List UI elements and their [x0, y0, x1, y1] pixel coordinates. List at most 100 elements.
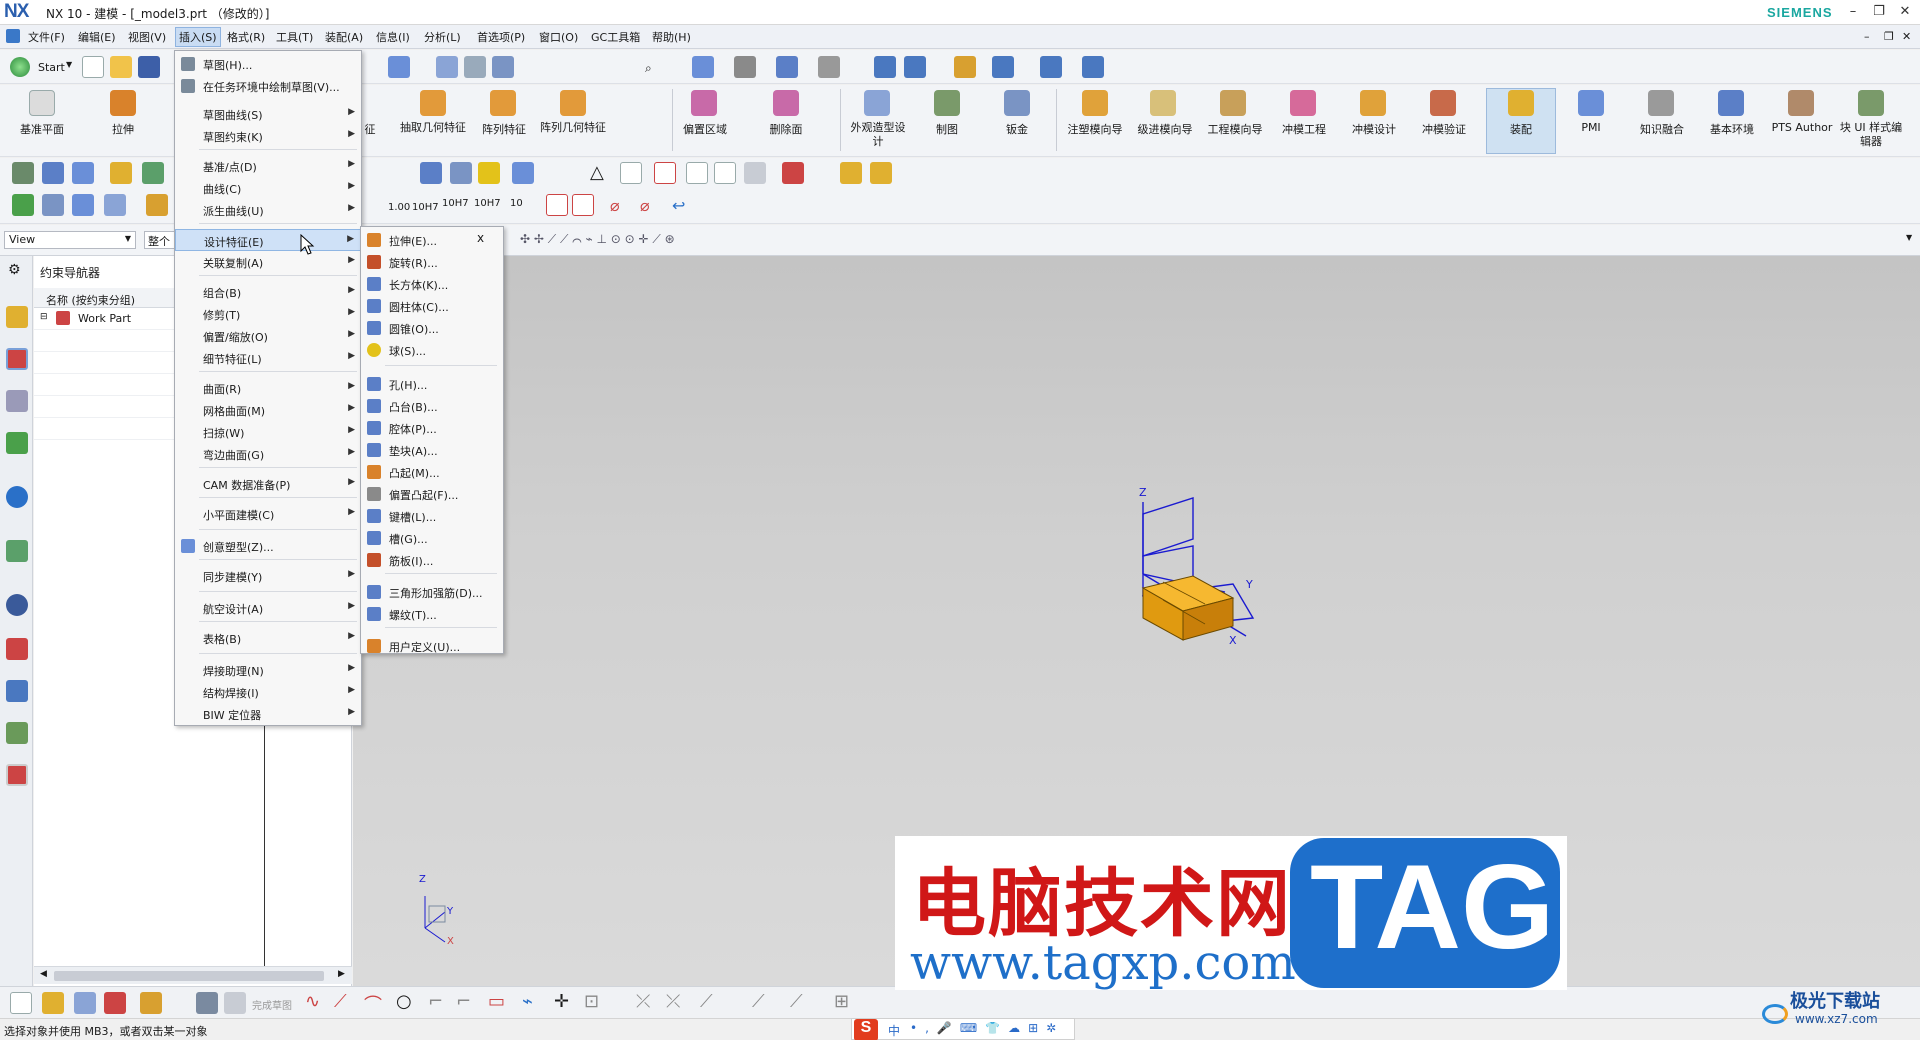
reuse-library-icon[interactable]	[6, 432, 28, 454]
design-feature-item[interactable]: 螺纹(T)...	[361, 603, 503, 625]
offset-curve-icon[interactable]: ⊡	[584, 991, 599, 1012]
design-feature-item[interactable]: 旋转(R)...	[361, 251, 503, 273]
progressive-die-icon[interactable]	[1150, 90, 1176, 116]
mirror-icon[interactable]: ⟋	[752, 991, 765, 1012]
quick-trim-icon[interactable]: ⤫	[636, 991, 650, 1012]
ribbon-label-engineering-die[interactable]: 工程模向导	[1202, 121, 1268, 137]
move-face-icon[interactable]	[142, 162, 164, 184]
ribbon-label-datum-plane[interactable]: 基准平面	[16, 121, 68, 137]
note-icon[interactable]	[714, 162, 736, 184]
pmi-icon[interactable]	[1578, 90, 1604, 116]
surface-finish-icon[interactable]	[572, 194, 594, 216]
solid-body-icon[interactable]	[388, 56, 410, 78]
delete-face-icon[interactable]	[773, 90, 799, 116]
show-hide-icon[interactable]	[954, 56, 976, 78]
ime-tool-icons[interactable]: •,🎤⌨👕☁⊞✲	[910, 1021, 1064, 1035]
insert-menu-item[interactable]: 曲面(R) ▶	[175, 377, 361, 399]
menu-file[interactable]: 文件(F)	[28, 29, 65, 45]
chamfer-icon[interactable]: ⌐	[456, 991, 471, 1012]
sogou-ime-icon[interactable]: S	[854, 1019, 878, 1040]
menu-view[interactable]: 视图(V)	[128, 29, 166, 45]
line-tool-icon[interactable]	[104, 194, 126, 216]
minimize-button[interactable]: –	[1842, 3, 1864, 21]
line-icon[interactable]: ⟋	[334, 991, 347, 1012]
circle-icon[interactable]: ○	[396, 991, 412, 1012]
constraint-navigator-icon[interactable]	[6, 348, 28, 370]
insert-menu-item[interactable]: 偏置/缩放(O) ▶	[175, 325, 361, 347]
triangle-icon[interactable]: △	[590, 162, 604, 183]
basic-environment-icon[interactable]	[1718, 90, 1744, 116]
clip-icon[interactable]	[904, 56, 926, 78]
geometric-constraint-icon[interactable]: ⊞	[834, 991, 849, 1012]
studio-spline-icon[interactable]: ⌁	[522, 991, 533, 1012]
ribbon-label-extrude[interactable]: 拉伸	[102, 121, 144, 137]
tree-collapse-icon[interactable]: ⊟	[40, 312, 48, 322]
ribbon-label-sheet-metal[interactable]: 钣金	[1002, 121, 1032, 137]
ribbon-label-die-design[interactable]: 冲模设计	[1346, 121, 1402, 137]
start-dropdown-icon[interactable]: ▼	[66, 60, 72, 69]
fillet-icon[interactable]: ⌐	[428, 991, 443, 1012]
design-feature-item[interactable]: 筋板(I)...	[361, 549, 503, 571]
doc-restore-button[interactable]: ❐	[1884, 30, 1894, 43]
insert-menu-item[interactable]: BIW 定位器 ▶	[175, 703, 361, 725]
insert-menu-item[interactable]: 同步建模(Y) ▶	[175, 565, 361, 587]
ribbon-label-block-ui-styler[interactable]: 块 UI 样式编辑器	[1838, 121, 1904, 149]
insert-menu-item[interactable]: 网格曲面(M) ▶	[175, 399, 361, 421]
design-feature-item[interactable]: 长方体(K)...	[361, 273, 503, 295]
pmi-tolerance-2[interactable]: 10H7	[412, 202, 439, 213]
insert-menu-item[interactable]: 草图约束(K) ▶	[175, 125, 361, 147]
ime-mode-label[interactable]: 中	[888, 1022, 900, 1039]
extract-geometry-icon[interactable]	[420, 90, 446, 116]
selection-scope-select[interactable]: 整个	[144, 231, 178, 249]
insert-menu-item[interactable]: 结构焊接(I) ▶	[175, 681, 361, 703]
ribbon-label-drafting[interactable]: 制图	[932, 121, 962, 137]
make-corner-icon[interactable]: ⟋	[700, 991, 713, 1012]
die-design-icon[interactable]	[1360, 90, 1386, 116]
finish-sketch-icon[interactable]	[196, 992, 218, 1014]
grid-icon[interactable]	[72, 194, 94, 216]
snap-icon[interactable]	[464, 56, 486, 78]
add-component-icon[interactable]	[42, 992, 64, 1014]
point-icon[interactable]: ✛	[554, 991, 569, 1012]
manufacturing-wizard-icon[interactable]	[6, 680, 28, 702]
background-icon[interactable]	[818, 56, 840, 78]
menu-format[interactable]: 格式(R)	[227, 29, 265, 45]
dimension-tool-icon[interactable]: ⟋	[790, 991, 803, 1012]
doc-close-button[interactable]: ✕	[1902, 30, 1911, 43]
sketch-new-icon[interactable]	[10, 992, 32, 1014]
render-style-icon[interactable]	[734, 56, 756, 78]
insert-menu-item[interactable]: 设计特征(E) ▶	[175, 229, 361, 251]
arrangement-icon[interactable]	[140, 992, 162, 1014]
component-icon[interactable]	[146, 194, 168, 216]
design-feature-item[interactable]: 垫块(A)...	[361, 439, 503, 461]
insert-menu-item[interactable]: 细节特征(L) ▶	[175, 347, 361, 369]
close-button[interactable]: ✕	[1894, 3, 1916, 21]
assembly-icon[interactable]	[1508, 90, 1534, 116]
start-button[interactable]: Start	[38, 61, 65, 74]
table-icon[interactable]	[620, 162, 642, 184]
design-feature-item[interactable]: 偏置凸起(F)...	[361, 483, 503, 505]
pmi-tolerance-1[interactable]: 1.00	[388, 202, 410, 213]
start-icon[interactable]	[10, 57, 30, 77]
app-menu-icon[interactable]	[6, 29, 20, 43]
part-navigator-icon[interactable]	[6, 390, 28, 412]
insert-menu-item[interactable]: 修剪(T) ▶	[175, 303, 361, 325]
undo-arrow-icon[interactable]: ↩	[672, 196, 685, 215]
menu-window[interactable]: 窗口(O)	[539, 29, 578, 45]
weld-icon[interactable]	[840, 162, 862, 184]
probe-icon[interactable]	[450, 162, 472, 184]
process-studio-icon[interactable]	[6, 638, 28, 660]
menu-tools[interactable]: 工具(T)	[276, 29, 313, 45]
die-engineering-icon[interactable]	[1290, 90, 1316, 116]
constraint-tool-icon[interactable]	[104, 992, 126, 1014]
datum-icon[interactable]	[110, 162, 132, 184]
knowledge-fusion-icon[interactable]	[1648, 90, 1674, 116]
insert-menu-item[interactable]: 在任务环境中绘制草图(V)...	[175, 75, 361, 97]
insert-menu-item[interactable]: 表格(B) ▶	[175, 627, 361, 649]
doc-minimize-button[interactable]: –	[1864, 30, 1870, 43]
ribbon-label-mold-wizard[interactable]: 注塑模向导	[1062, 121, 1128, 137]
ribbon-label-pattern-feature[interactable]: 阵列特征	[478, 121, 530, 137]
menu-edit[interactable]: 编辑(E)	[78, 29, 116, 45]
insert-menu-item[interactable]: 草图曲线(S) ▶	[175, 103, 361, 125]
finish-sketch-button[interactable]: 完成草图	[252, 997, 292, 1012]
